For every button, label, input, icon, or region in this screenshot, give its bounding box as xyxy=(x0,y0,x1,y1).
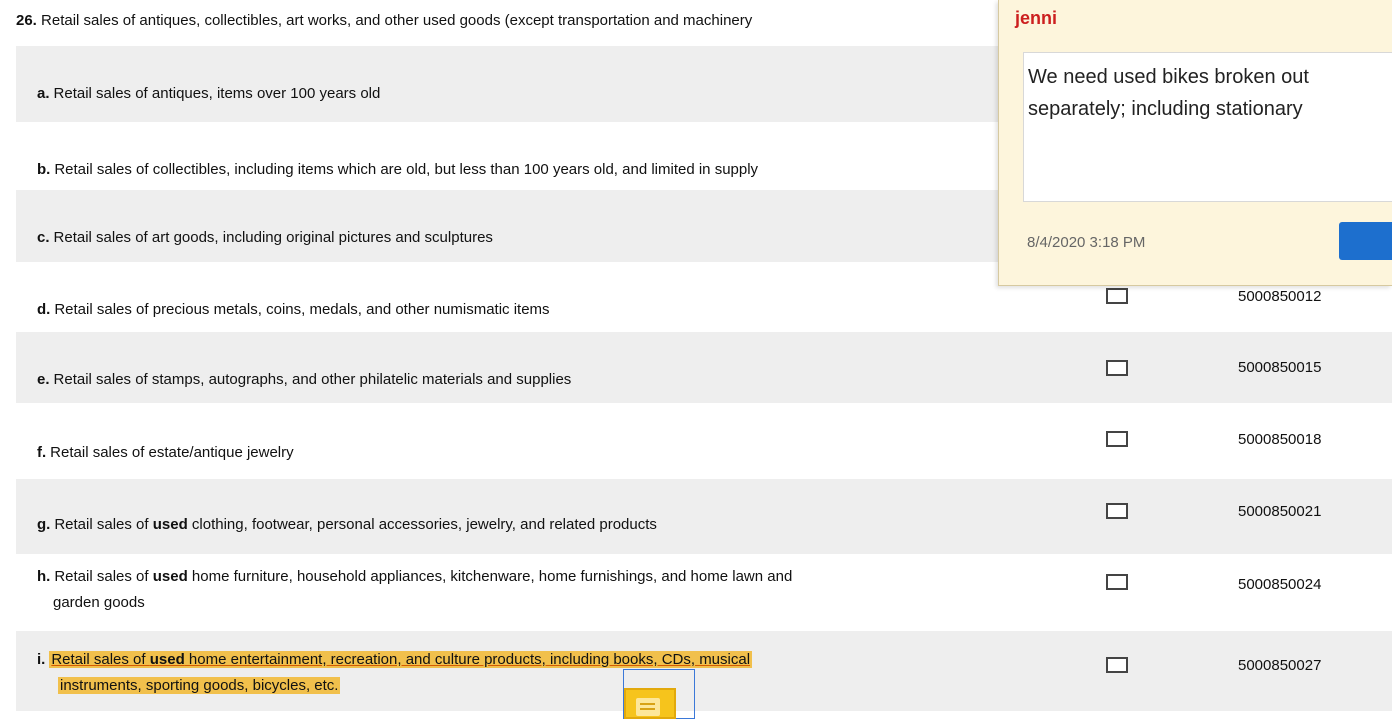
item-text: Retail sales of antiques, items over 100… xyxy=(53,85,381,102)
item-text-pre: Retail sales of xyxy=(54,568,153,585)
list-item-h: h. Retail sales of used home furniture, h… xyxy=(16,556,1392,629)
checkbox-icon[interactable] xyxy=(1106,574,1128,590)
item-code: 5000850018 xyxy=(1238,431,1322,448)
question-title: 26. Retail sales of antiques, collectibl… xyxy=(16,12,752,29)
item-letter: c. xyxy=(37,229,50,246)
post-button[interactable] xyxy=(1339,222,1392,260)
item-letter: b. xyxy=(37,161,51,178)
comment-timestamp: 8/4/2020 3:18 PM xyxy=(1027,234,1146,251)
item-letter: e. xyxy=(37,371,50,388)
checkbox-icon[interactable] xyxy=(1106,431,1128,447)
question-number: 26. xyxy=(16,12,37,29)
comment-body-line-1: We need used bikes broken out xyxy=(1028,66,1309,88)
item-code: 5000850027 xyxy=(1238,657,1322,674)
item-text-bold: used xyxy=(152,568,188,585)
item-text-line2: garden goods xyxy=(53,594,145,611)
item-letter: d. xyxy=(37,301,51,318)
item-code: 5000850021 xyxy=(1238,503,1322,520)
item-letter: g. xyxy=(37,516,51,533)
checkbox-icon[interactable] xyxy=(1106,657,1128,673)
checkbox-icon[interactable] xyxy=(1106,288,1128,304)
item-letter: f. xyxy=(37,444,47,461)
item-letter: i. xyxy=(37,651,46,668)
list-item-g: g. Retail sales of used clothing, footwea… xyxy=(16,479,1392,554)
item-text-post: home furniture, household appliances, ki… xyxy=(187,568,793,585)
item-text: Retail sales of art goods, including ori… xyxy=(53,229,493,246)
item-text-post: home entertainment, recreation, and cult… xyxy=(184,651,751,668)
item-text: Retail sales of collectibles, including … xyxy=(54,161,759,178)
list-item-e: e. Retail sales of stamps, autographs, an… xyxy=(16,332,1392,403)
item-text: Retail sales of precious metals, coins, … xyxy=(54,301,550,318)
sticky-note-icon[interactable] xyxy=(624,688,676,719)
item-code: 5000850012 xyxy=(1238,288,1322,305)
checkbox-icon[interactable] xyxy=(1106,360,1128,376)
question-text: Retail sales of antiques, collectibles, … xyxy=(41,12,753,29)
item-text-bold: used xyxy=(152,516,188,533)
comment-popup: jenni We need used bikes broken out sepa… xyxy=(998,0,1392,286)
item-text-pre: Retail sales of xyxy=(54,516,153,533)
checkbox-icon[interactable] xyxy=(1106,503,1128,519)
item-letter: a. xyxy=(37,85,50,102)
comment-text-field[interactable]: We need used bikes broken out separately… xyxy=(1023,52,1392,202)
item-letter: h. xyxy=(37,568,51,585)
list-item-i: i. Retail sales of used home entertainmen… xyxy=(16,631,1392,711)
item-text-pre: Retail sales of xyxy=(51,651,150,668)
item-code: 5000850015 xyxy=(1238,359,1322,376)
item-code: 5000850024 xyxy=(1238,576,1322,593)
form-page: 26. Retail sales of antiques, collectibl… xyxy=(0,0,1392,719)
list-item-f: f. Retail sales of estate/antique jewelry… xyxy=(16,405,1392,477)
item-text: Retail sales of stamps, autographs, and … xyxy=(53,371,572,388)
comment-body-line-2: separately; including stationary xyxy=(1028,98,1303,120)
item-text-bold: used xyxy=(149,651,185,668)
item-text-line2: instruments, sporting goods, bicycles, e… xyxy=(58,677,341,694)
item-text: Retail sales of estate/antique jewelry xyxy=(50,444,294,461)
item-text-post: clothing, footwear, personal accessories… xyxy=(187,516,657,533)
comment-author: jenni xyxy=(1015,8,1058,28)
